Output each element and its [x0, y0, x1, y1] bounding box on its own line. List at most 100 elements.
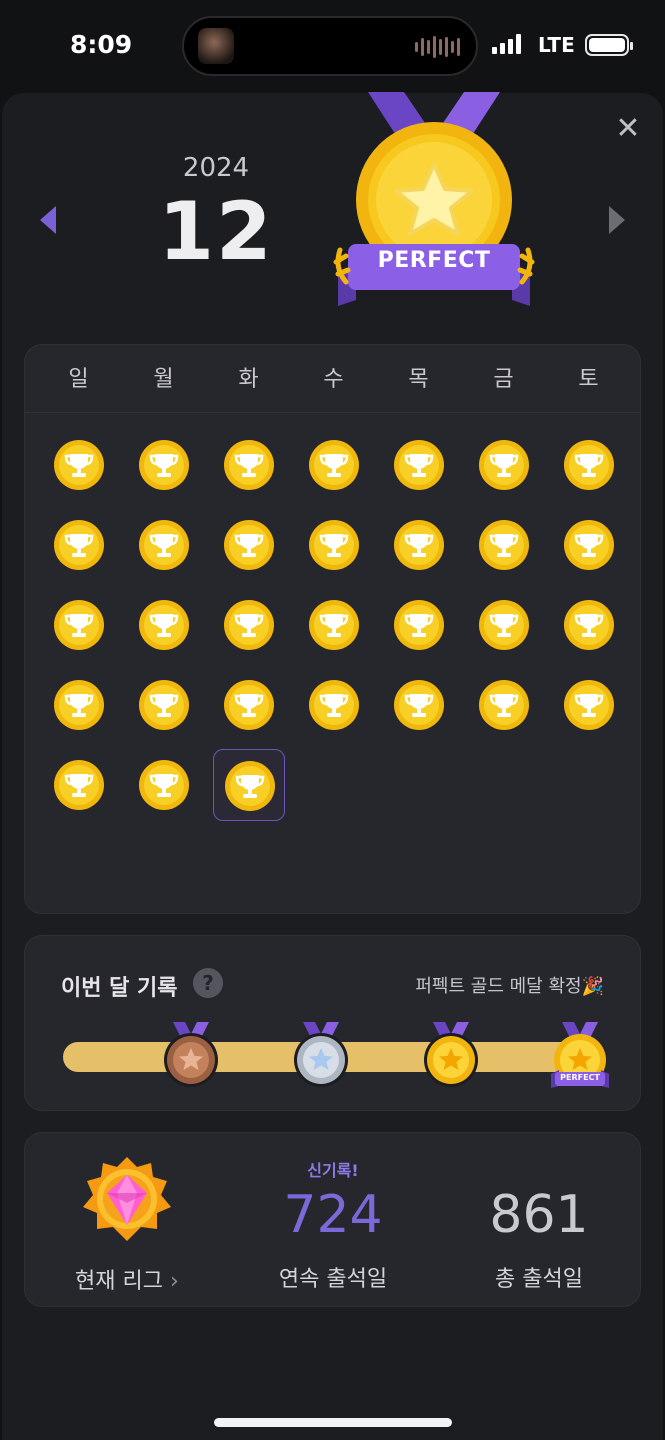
weekday-mon: 월 — [153, 367, 174, 392]
trophy-coin-icon — [479, 600, 529, 650]
clock: 8:09 — [70, 30, 133, 59]
prev-month-arrow-icon[interactable] — [40, 206, 56, 234]
next-month-arrow-icon[interactable] — [609, 206, 625, 234]
calendar-day[interactable] — [298, 669, 370, 741]
trophy-coin-icon — [54, 680, 104, 730]
trophy-coin-icon — [479, 440, 529, 490]
calendar-card: 일 월 화 수 목 금 토 — [24, 344, 641, 914]
trophy-coin-icon — [394, 520, 444, 570]
calendar-day[interactable] — [553, 509, 625, 581]
bronze-medal-icon — [164, 1022, 218, 1087]
calendar-day[interactable] — [213, 429, 285, 501]
calendar-day[interactable] — [468, 509, 540, 581]
trophy-coin-icon — [54, 600, 104, 650]
trophy-coin-icon — [564, 520, 614, 570]
trophy-coin-icon — [139, 520, 189, 570]
trophy-coin-icon — [139, 760, 189, 810]
trophy-coin-icon — [139, 680, 189, 730]
trophy-coin-icon — [564, 440, 614, 490]
league-badge-icon[interactable] — [77, 1153, 177, 1249]
battery-icon — [585, 34, 633, 56]
calendar-day[interactable] — [468, 429, 540, 501]
month-label: 12 — [158, 185, 274, 278]
perfect-tag-label: PERFECT — [560, 1073, 600, 1082]
calendar-day[interactable] — [43, 429, 115, 501]
calendar-day[interactable] — [43, 749, 115, 821]
weekday-sat: 토 — [578, 367, 599, 392]
trophy-coin-icon — [139, 440, 189, 490]
total-days-value: 861 — [489, 1185, 589, 1245]
calendar-day[interactable] — [43, 669, 115, 741]
trophy-coin-icon — [394, 680, 444, 730]
trophy-coin-icon — [479, 680, 529, 730]
trophy-coin-icon — [309, 440, 359, 490]
calendar-day[interactable] — [43, 589, 115, 661]
calendar-day[interactable] — [213, 669, 285, 741]
medal-status-text: 퍼펙트 골드 메달 확정🎉 — [415, 976, 604, 997]
calendar-day[interactable] — [128, 509, 200, 581]
streak-days-value: 724 — [283, 1185, 383, 1245]
audio-wave-icon — [415, 36, 460, 58]
stats-card: 현재 리그 › 신기록! 724 연속 출석일 861 총 출석일 — [24, 1132, 641, 1307]
weekday-tue: 화 — [238, 367, 259, 392]
calendar-day[interactable] — [128, 589, 200, 661]
calendar-day[interactable] — [553, 669, 625, 741]
calendar-day[interactable] — [468, 669, 540, 741]
calendar-day[interactable] — [468, 589, 540, 661]
perfect-gold-medal-icon — [333, 92, 535, 306]
trophy-coin-icon — [224, 600, 274, 650]
trophy-coin-icon — [54, 440, 104, 490]
trophy-coin-icon — [54, 760, 104, 810]
perfect-medal-icon — [551, 1022, 609, 1088]
trophy-coin-icon — [309, 680, 359, 730]
chevron-right-icon: › — [169, 1269, 179, 1294]
year-label: 2024 — [182, 153, 250, 183]
dynamic-island[interactable] — [182, 16, 478, 76]
perfect-label: PERFECT — [377, 248, 491, 273]
trophy-coin-icon — [139, 600, 189, 650]
calendar-day[interactable] — [298, 509, 370, 581]
calendar-day[interactable] — [553, 429, 625, 501]
help-icon[interactable]: ? — [193, 968, 223, 998]
trophy-coin-icon — [309, 600, 359, 650]
network-type: LTE — [538, 33, 575, 57]
calendar-day[interactable] — [213, 509, 285, 581]
status-bar: 8:09 LTE — [0, 0, 665, 92]
monthly-record-card: 이번 달 기록 ? 퍼펙트 골드 메달 확정🎉 PERFECT — [24, 935, 641, 1111]
trophy-coin-icon — [394, 600, 444, 650]
trophy-coin-icon — [564, 680, 614, 730]
calendar-day[interactable] — [128, 749, 200, 821]
trophy-coin-icon — [564, 600, 614, 650]
calendar-day[interactable] — [383, 509, 455, 581]
signal-icon — [492, 34, 521, 54]
calendar-day[interactable] — [383, 669, 455, 741]
calendar-day[interactable] — [128, 669, 200, 741]
calendar-day[interactable] — [383, 429, 455, 501]
calendar-day[interactable] — [43, 509, 115, 581]
new-record-badge: 신기록! — [307, 1161, 359, 1180]
gold-medal-icon — [424, 1022, 478, 1087]
calendar-day[interactable] — [383, 589, 455, 661]
silver-medal-icon — [294, 1022, 348, 1087]
monthly-record-title: 이번 달 기록 — [61, 976, 178, 1001]
weekday-fri: 금 — [493, 367, 514, 392]
close-icon[interactable]: ✕ — [612, 114, 644, 146]
calendar-day[interactable] — [213, 589, 285, 661]
calendar-day[interactable] — [553, 589, 625, 661]
weekday-sun: 일 — [68, 367, 89, 392]
media-thumbnail-icon — [198, 28, 234, 64]
calendar-day-today[interactable] — [213, 749, 285, 821]
trophy-coin-icon — [224, 520, 274, 570]
calendar-day[interactable] — [128, 429, 200, 501]
calendar-day[interactable] — [298, 429, 370, 501]
trophy-coin-icon — [309, 520, 359, 570]
trophy-coin-icon — [224, 440, 274, 490]
total-days-label: 총 출석일 — [495, 1267, 583, 1292]
current-league-label: 현재 리그 — [75, 1269, 163, 1294]
trophy-coin-icon — [479, 520, 529, 570]
current-league-link[interactable]: 현재 리그 › — [75, 1263, 179, 1295]
weekday-thu: 목 — [408, 367, 429, 392]
home-indicator[interactable] — [214, 1418, 452, 1427]
weekday-wed: 수 — [323, 367, 344, 392]
calendar-day[interactable] — [298, 589, 370, 661]
